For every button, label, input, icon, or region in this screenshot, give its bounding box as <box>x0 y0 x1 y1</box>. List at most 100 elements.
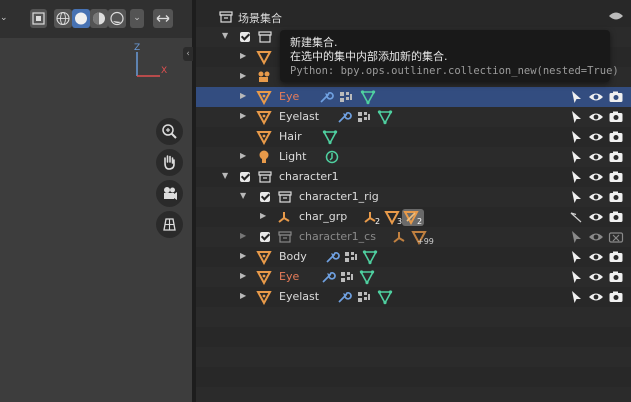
mode-dropdown-arrow[interactable]: ⌄ <box>0 9 16 28</box>
outliner-row-character1-cs[interactable]: ▶ character1_cs +99 <box>196 227 631 247</box>
camera-render-icon[interactable] <box>608 189 624 205</box>
outliner-row-eyelast[interactable]: ▶ Eyelast <box>196 107 631 127</box>
flip-view-button[interactable] <box>153 9 173 28</box>
wireframe-shading-button[interactable] <box>54 9 72 28</box>
object-mesh-icon <box>256 131 272 145</box>
camera-render-disabled-icon[interactable] <box>608 229 624 245</box>
child-armature-icon[interactable]: 2 <box>402 209 424 226</box>
eye-visibility-icon[interactable] <box>588 149 604 165</box>
eye-visibility-icon[interactable] <box>588 229 604 245</box>
include-checkbox[interactable] <box>240 32 250 42</box>
outliner-row-eye-2[interactable]: ▶ Eye <box>196 267 631 287</box>
select-arrow-icon[interactable] <box>568 189 584 205</box>
perspective-toggle-button[interactable] <box>156 211 183 238</box>
expand-arrow[interactable]: ▶ <box>240 231 250 241</box>
expand-arrow[interactable]: ▶ <box>240 271 250 281</box>
mesh-data-icon[interactable] <box>377 289 393 305</box>
wrench-modifier-icon[interactable] <box>318 89 334 105</box>
camera-render-icon[interactable] <box>608 209 624 225</box>
select-arrow-icon[interactable] <box>568 89 584 105</box>
camera-render-icon[interactable] <box>608 289 624 305</box>
pan-button[interactable] <box>156 149 183 176</box>
camera-render-icon[interactable] <box>608 109 624 125</box>
camera-render-icon[interactable] <box>608 129 624 145</box>
z-axis-label: Z <box>134 43 141 53</box>
mesh-data-icon[interactable] <box>360 89 376 105</box>
eye-visibility-icon[interactable] <box>588 289 604 305</box>
vertex-groups-icon[interactable] <box>343 249 359 265</box>
expand-arrow[interactable]: ▶ <box>240 111 250 121</box>
expand-arrow[interactable]: ▼ <box>240 191 250 201</box>
include-checkbox[interactable] <box>240 172 250 182</box>
expand-arrow[interactable]: ▶ <box>240 151 250 161</box>
child-empty-icon[interactable] <box>391 229 407 245</box>
eye-visibility-icon[interactable] <box>588 269 604 285</box>
vertex-groups-icon[interactable] <box>356 109 372 125</box>
select-arrow-disabled-icon[interactable] <box>568 209 584 225</box>
shading-dropdown-arrow[interactable]: ⌄ <box>130 9 144 28</box>
camera-render-icon[interactable] <box>608 249 624 265</box>
outliner-row-eye[interactable]: ▶ Eye <box>196 87 631 107</box>
wrench-modifier-icon[interactable] <box>320 269 336 285</box>
light-data-icon[interactable] <box>324 149 340 165</box>
outliner-row-body[interactable]: ▶ Body <box>196 247 631 267</box>
include-checkbox[interactable] <box>260 232 270 242</box>
solid-shading-button[interactable] <box>72 9 90 28</box>
select-arrow-icon[interactable] <box>568 229 584 245</box>
outliner-row-light[interactable]: ▶ Light <box>196 147 631 167</box>
expand-arrow[interactable]: ▶ <box>240 91 250 101</box>
mesh-data-icon[interactable] <box>359 269 375 285</box>
mesh-data-icon[interactable] <box>377 109 393 125</box>
eye-visibility-icon[interactable] <box>588 129 604 145</box>
include-checkbox[interactable] <box>260 192 270 202</box>
vertex-groups-icon[interactable] <box>356 289 372 305</box>
rendered-shading-button[interactable] <box>108 9 126 28</box>
select-arrow-icon[interactable] <box>568 169 584 185</box>
select-arrow-icon[interactable] <box>568 129 584 145</box>
row-label: character1_rig <box>299 190 379 203</box>
wrench-modifier-icon[interactable] <box>324 249 340 265</box>
expand-arrow[interactable]: ▶ <box>240 71 250 81</box>
zoom-button[interactable] <box>156 118 183 145</box>
eye-visibility-icon[interactable] <box>588 189 604 205</box>
wrench-modifier-icon[interactable] <box>336 109 352 125</box>
expand-arrow[interactable]: ▶ <box>240 291 250 301</box>
expand-arrow[interactable]: ▼ <box>222 171 232 181</box>
expand-arrow[interactable]: ▶ <box>240 251 250 261</box>
material-shading-button[interactable] <box>90 9 108 28</box>
select-arrow-icon[interactable] <box>568 249 584 265</box>
camera-view-button[interactable] <box>156 180 183 207</box>
select-arrow-icon[interactable] <box>568 289 584 305</box>
scene-collection-row[interactable]: 场景集合 <box>196 7 631 27</box>
eye-visibility-icon[interactable] <box>588 169 604 185</box>
collection-icon <box>278 191 292 203</box>
outliner-row-character1[interactable]: ▼ character1 <box>196 167 631 187</box>
3d-viewport[interactable]: ⌄ ⌄ Z X <box>0 0 192 402</box>
outliner-row-hair[interactable]: Hair <box>196 127 631 147</box>
eye-visibility-icon[interactable] <box>608 8 624 24</box>
mesh-data-icon[interactable] <box>322 129 338 145</box>
eye-visibility-icon[interactable] <box>588 249 604 265</box>
vertex-groups-icon[interactable] <box>339 269 355 285</box>
select-arrow-icon[interactable] <box>568 269 584 285</box>
wrench-modifier-icon[interactable] <box>336 289 352 305</box>
xray-toggle-button[interactable] <box>30 9 47 28</box>
mesh-data-icon[interactable] <box>362 249 378 265</box>
eye-visibility-icon[interactable] <box>588 109 604 125</box>
outliner-row-character1-rig[interactable]: ▼ character1_rig <box>196 187 631 207</box>
select-arrow-icon[interactable] <box>568 149 584 165</box>
eye-visibility-icon[interactable] <box>588 209 604 225</box>
outliner-row-char-grp[interactable]: ▶ char_grp 2 3 2 <box>196 207 631 227</box>
sidebar-collapse-arrow[interactable]: ‹ <box>183 47 193 61</box>
camera-render-icon[interactable] <box>608 169 624 185</box>
expand-arrow[interactable]: ▼ <box>222 31 232 41</box>
outliner-row-eyelast-2[interactable]: ▶ Eyelast <box>196 287 631 307</box>
eye-visibility-icon[interactable] <box>588 89 604 105</box>
camera-render-icon[interactable] <box>608 269 624 285</box>
expand-arrow[interactable]: ▶ <box>260 211 270 221</box>
select-arrow-icon[interactable] <box>568 109 584 125</box>
camera-render-icon[interactable] <box>608 149 624 165</box>
expand-arrow[interactable]: ▶ <box>240 51 250 61</box>
vertex-groups-icon[interactable] <box>338 89 354 105</box>
camera-render-icon[interactable] <box>608 89 624 105</box>
